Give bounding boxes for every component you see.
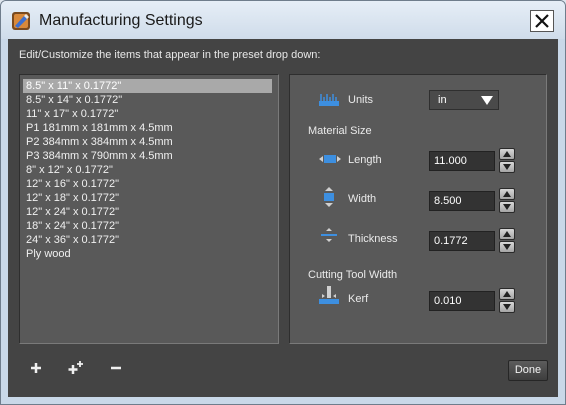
app-logo-icon [12,12,30,30]
material-size-heading: Material Size [308,125,372,137]
thickness-increment-button[interactable] [499,228,515,240]
dialog-body: Edit/Customize the items that appear in … [8,39,558,397]
width-icon [324,187,334,207]
length-decrement-button[interactable] [499,161,515,173]
length-label: Length [348,154,382,166]
arrow-down-icon [503,164,511,170]
plus-icon [31,363,41,373]
preset-list-item[interactable]: 12" x 16" x 0.1772" [23,177,272,191]
preset-list-item[interactable]: Ply wood [23,247,272,261]
kerf-increment-button[interactable] [499,288,515,300]
units-label: Units [348,94,374,106]
thickness-icon [321,228,337,242]
preset-list-item[interactable]: P2 384mm x 384mm x 4.5mm [23,135,272,149]
preset-list-item[interactable]: 8" x 12" x 0.1772" [23,163,272,177]
thickness-decrement-button[interactable] [499,241,515,253]
units-select[interactable]: in [429,90,499,110]
close-button[interactable] [530,10,554,32]
thickness-stepper[interactable] [499,228,515,254]
add-preset-button[interactable] [23,357,49,379]
kerf-decrement-button[interactable] [499,301,515,313]
width-input[interactable]: 8.500 [429,191,495,211]
preset-list-item[interactable]: 12" x 24" x 0.1772" [23,205,272,219]
chevron-down-icon [481,96,493,105]
kerf-stepper[interactable] [499,288,515,314]
thickness-input[interactable]: 0.1772 [429,231,495,251]
preset-list-item[interactable]: 18" x 24" x 0.1772" [23,219,272,233]
title-bar[interactable]: Manufacturing Settings [1,1,565,39]
preset-list-item[interactable]: 11" x 17" x 0.1772" [23,107,272,121]
length-stepper[interactable] [499,148,515,174]
arrow-down-icon [503,304,511,310]
minus-icon [111,366,121,370]
duplicate-preset-button[interactable] [63,357,89,379]
length-increment-button[interactable] [499,148,515,160]
add-copy-icon [68,361,83,374]
length-input[interactable]: 11.000 [429,151,495,171]
width-increment-button[interactable] [499,188,515,200]
kerf-label: Kerf [348,293,369,305]
preset-list-item[interactable]: 8.5" x 11" x 0.1772" [23,79,272,93]
preset-list-item[interactable]: 24" x 36" x 0.1772" [23,233,272,247]
length-icon [319,155,341,163]
preset-list-item[interactable]: 8.5" x 14" x 0.1772" [23,93,272,107]
instructions-text: Edit/Customize the items that appear in … [19,49,321,61]
remove-preset-button[interactable] [103,357,129,379]
preset-list[interactable]: 8.5" x 11" x 0.1772" 8.5" x 14" x 0.1772"… [19,74,279,344]
arrow-up-icon [503,231,511,237]
arrow-up-icon [503,191,511,197]
arrow-down-icon [503,204,511,210]
ruler-icon [319,94,339,106]
arrow-up-icon [503,291,511,297]
units-value: in [438,94,447,106]
kerf-icon [319,286,339,304]
cutting-tool-width-heading: Cutting Tool Width [308,269,398,281]
width-label: Width [348,193,377,205]
width-stepper[interactable] [499,188,515,214]
window-title: Manufacturing Settings [39,12,203,29]
preset-list-item[interactable]: P3 384mm x 790mm x 4.5mm [23,149,272,163]
kerf-input[interactable]: 0.010 [429,291,495,311]
thickness-label: Thickness [348,233,398,245]
arrow-up-icon [503,151,511,157]
preset-list-item[interactable]: 12" x 18" x 0.1772" [23,191,272,205]
close-icon [535,14,549,28]
preset-list-item[interactable]: P1 181mm x 181mm x 4.5mm [23,121,272,135]
arrow-down-icon [503,244,511,250]
width-decrement-button[interactable] [499,201,515,213]
settings-panel: Units in Material Size Length 11.000 Wid… [289,74,547,344]
manufacturing-settings-window: Manufacturing Settings Edit/Customize th… [0,0,566,405]
done-button[interactable]: Done [508,360,548,381]
